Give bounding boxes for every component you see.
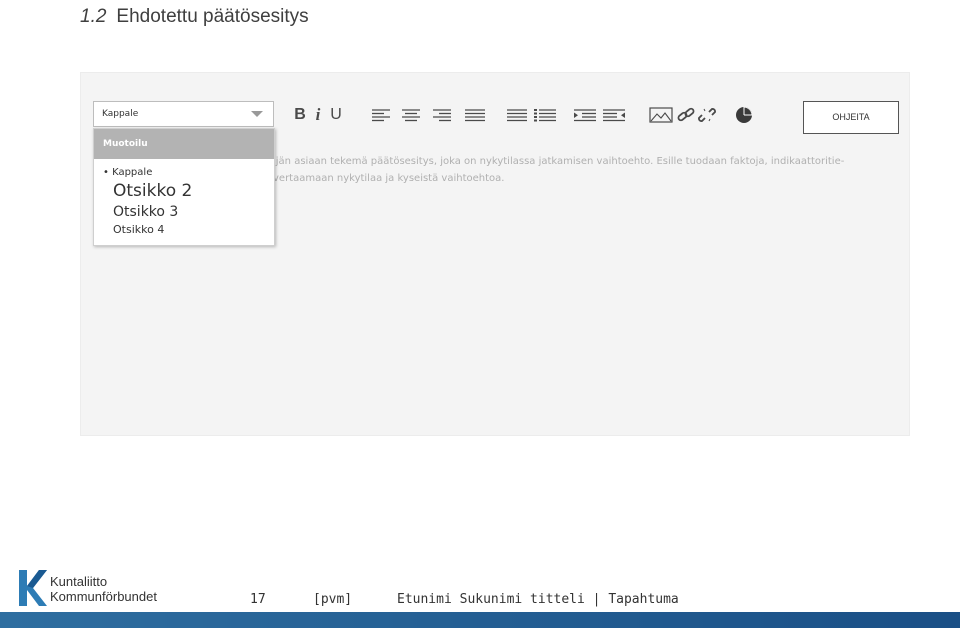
image-icon[interactable] — [649, 105, 673, 125]
rich-text-editor[interactable]: ijän asiaan tekemä päätösesitys, joka on… — [80, 72, 910, 436]
numbered-list-icon[interactable] — [533, 105, 557, 125]
chevron-down-icon[interactable] — [251, 111, 263, 117]
content-line: ijän asiaan tekemä päätösesitys, joka on… — [273, 156, 845, 167]
align-center-icon[interactable] — [401, 105, 421, 125]
italic-button[interactable]: i — [313, 105, 323, 125]
align-left-icon[interactable] — [371, 105, 391, 125]
kuntaliitto-logo-mark — [19, 570, 47, 606]
footer-accent-bar — [0, 612, 960, 628]
logo-line-1: Kuntaliitto — [50, 574, 108, 589]
section-title: Ehdotettu päätösesitys — [116, 6, 309, 27]
format-select-value: Kappale — [102, 109, 139, 119]
page-number: 17 — [250, 592, 266, 607]
link-icon[interactable] — [677, 105, 695, 125]
align-right-icon[interactable] — [432, 105, 452, 125]
bold-button[interactable]: B — [293, 105, 307, 125]
editor-content[interactable]: ijän asiaan tekemä päätösesitys, joka on… — [273, 153, 844, 187]
align-justify-icon[interactable] — [464, 105, 486, 125]
footer-author: Etunimi Sukunimi titteli | Tapahtuma — [397, 592, 679, 607]
format-option-heading-4[interactable]: Otsikko 4 — [113, 223, 164, 236]
help-button[interactable]: OHJEITA — [803, 101, 899, 134]
unlink-icon[interactable] — [698, 105, 716, 125]
section-heading: 1.2 Ehdotettu päätösesitys — [80, 6, 309, 34]
logo-text: Kuntaliitto Kommunförbundet — [50, 574, 157, 604]
underline-button[interactable]: U — [329, 105, 343, 125]
content-line: vertaamaan nykytilaa ja kyseistä vaihtoe… — [273, 173, 505, 184]
logo-line-2: Kommunförbundet — [50, 589, 157, 604]
format-select[interactable]: Kappale — [93, 101, 274, 127]
format-option-paragraph[interactable]: • Kappale — [103, 167, 152, 178]
outdent-icon[interactable] — [602, 105, 626, 125]
footer-date: [pvm] — [313, 592, 353, 607]
kuntaliitto-logo: Kuntaliitto Kommunförbundet — [17, 568, 197, 608]
chart-icon[interactable] — [735, 105, 753, 125]
format-option-heading-3[interactable]: Otsikko 3 — [113, 204, 178, 220]
format-option-heading-2[interactable]: Otsikko 2 — [113, 181, 192, 201]
bullet-list-icon[interactable] — [506, 105, 528, 125]
format-dropdown: Muotoilu • Kappale Otsikko 2 Otsikko 3 O… — [93, 128, 275, 246]
section-number: 1.2 — [80, 6, 107, 27]
format-dropdown-header: Muotoilu — [94, 129, 274, 159]
indent-icon[interactable] — [573, 105, 597, 125]
